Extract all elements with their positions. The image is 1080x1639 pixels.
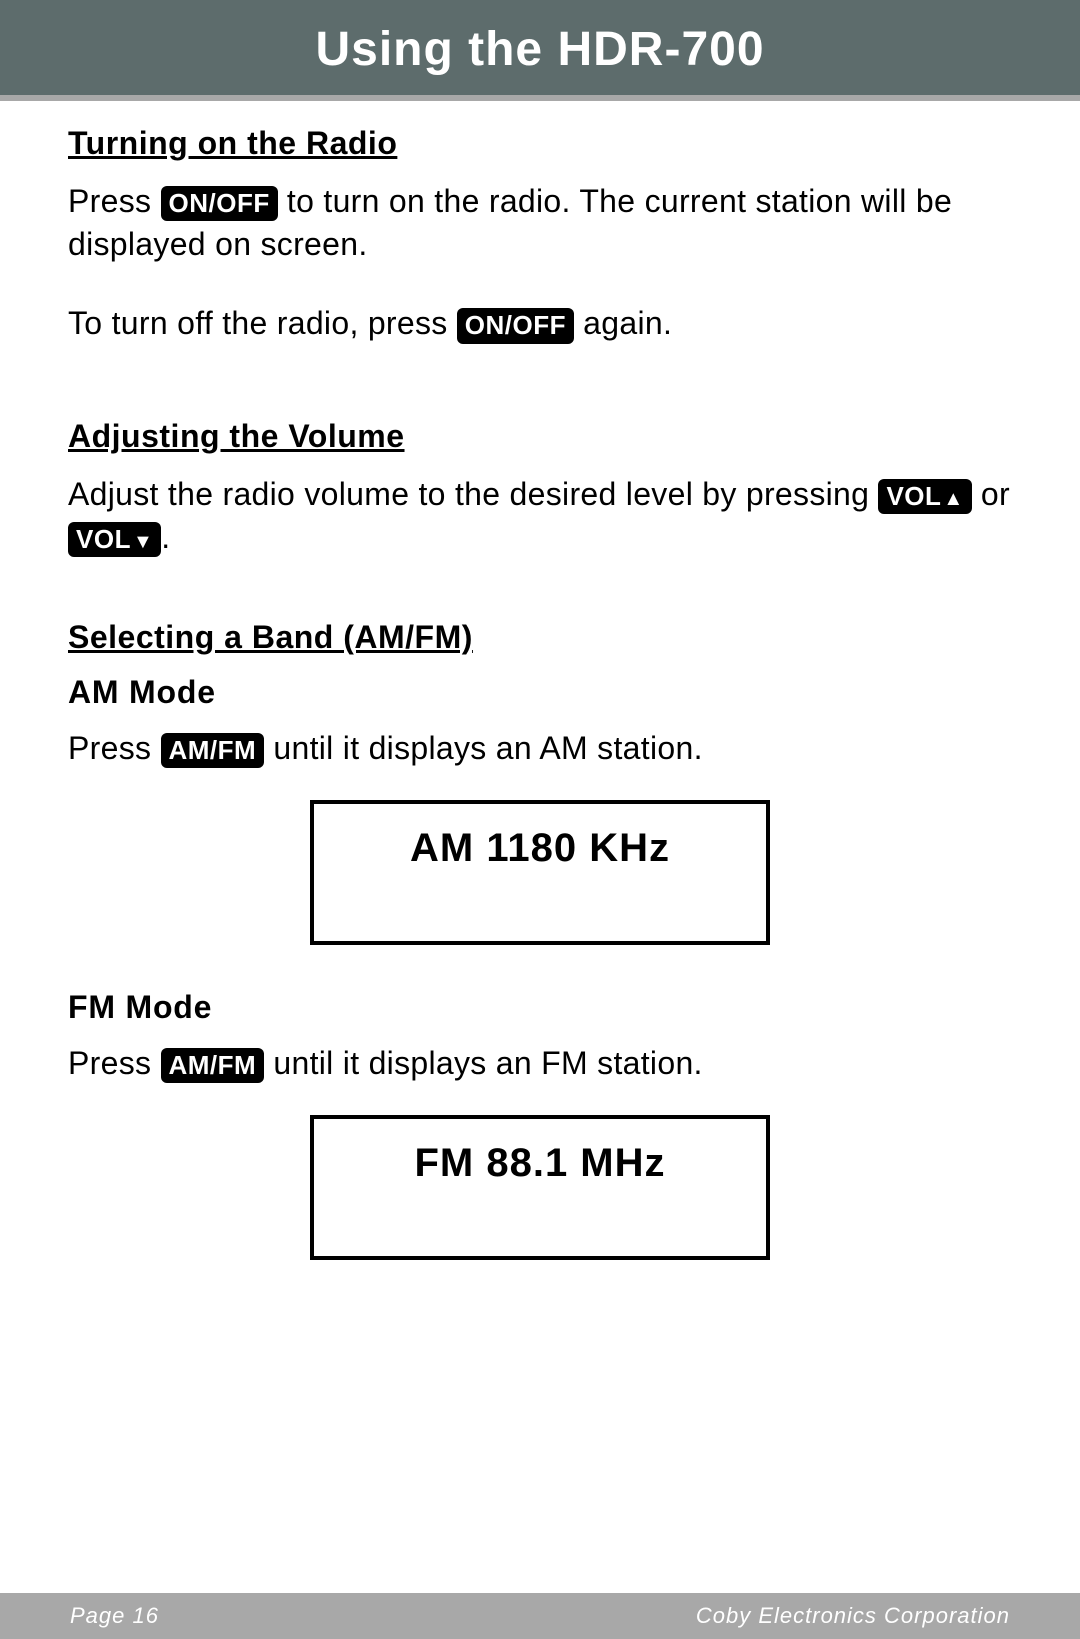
paragraph-fm-mode: Press AM/FM until it displays an FM stat… — [68, 1042, 1012, 1085]
triangle-up-icon — [941, 481, 963, 511]
vol-up-button-label: VOL — [878, 479, 971, 514]
footer-page-number: Page 16 — [70, 1603, 159, 1629]
onoff-button-label: ON/OFF — [457, 308, 574, 343]
paragraph-turn-on: Press ON/OFF to turn on the radio. The c… — [68, 180, 1012, 266]
amfm-button-label: AM/FM — [161, 1048, 265, 1083]
text: Press — [68, 1045, 161, 1081]
text: Press — [68, 183, 161, 219]
text: . — [161, 519, 170, 555]
page-footer: Page 16 Coby Electronics Corporation — [0, 1593, 1080, 1639]
text: Press — [68, 730, 161, 766]
triangle-down-icon — [131, 524, 153, 554]
text: or — [972, 476, 1010, 512]
display-text-am: AM 1180 KHz — [314, 826, 766, 871]
subheading-am-mode: AM Mode — [68, 674, 1012, 711]
section-volume: Adjusting the Volume Adjust the radio vo… — [68, 418, 1012, 559]
text: again. — [574, 305, 672, 341]
page-title: Using the HDR-700 — [0, 22, 1080, 77]
text: To turn off the radio, press — [68, 305, 457, 341]
footer-company: Coby Electronics Corporation — [696, 1603, 1010, 1629]
display-box-fm: FM 88.1 MHz — [310, 1115, 770, 1260]
page-content: Turning on the Radio Press ON/OFF to tur… — [0, 101, 1080, 1260]
section-band: Selecting a Band (AM/FM) AM Mode Press A… — [68, 619, 1012, 1260]
paragraph-turn-off: To turn off the radio, press ON/OFF agai… — [68, 302, 1012, 345]
text: until it displays an FM station. — [264, 1045, 703, 1081]
onoff-button-label: ON/OFF — [161, 186, 278, 221]
page-header: Using the HDR-700 — [0, 0, 1080, 101]
amfm-button-label: AM/FM — [161, 733, 265, 768]
paragraph-am-mode: Press AM/FM until it displays an AM stat… — [68, 727, 1012, 770]
text: Adjust the radio volume to the desired l… — [68, 476, 878, 512]
heading-turning-on: Turning on the Radio — [68, 125, 1012, 162]
heading-band: Selecting a Band (AM/FM) — [68, 619, 1012, 656]
display-text-fm: FM 88.1 MHz — [314, 1141, 766, 1186]
vol-down-button-label: VOL — [68, 522, 161, 557]
paragraph-volume: Adjust the radio volume to the desired l… — [68, 473, 1012, 559]
subheading-fm-mode: FM Mode — [68, 989, 1012, 1026]
text: until it displays an AM station. — [264, 730, 703, 766]
section-turning-on: Turning on the Radio Press ON/OFF to tur… — [68, 125, 1012, 346]
heading-volume: Adjusting the Volume — [68, 418, 1012, 455]
display-box-am: AM 1180 KHz — [310, 800, 770, 945]
